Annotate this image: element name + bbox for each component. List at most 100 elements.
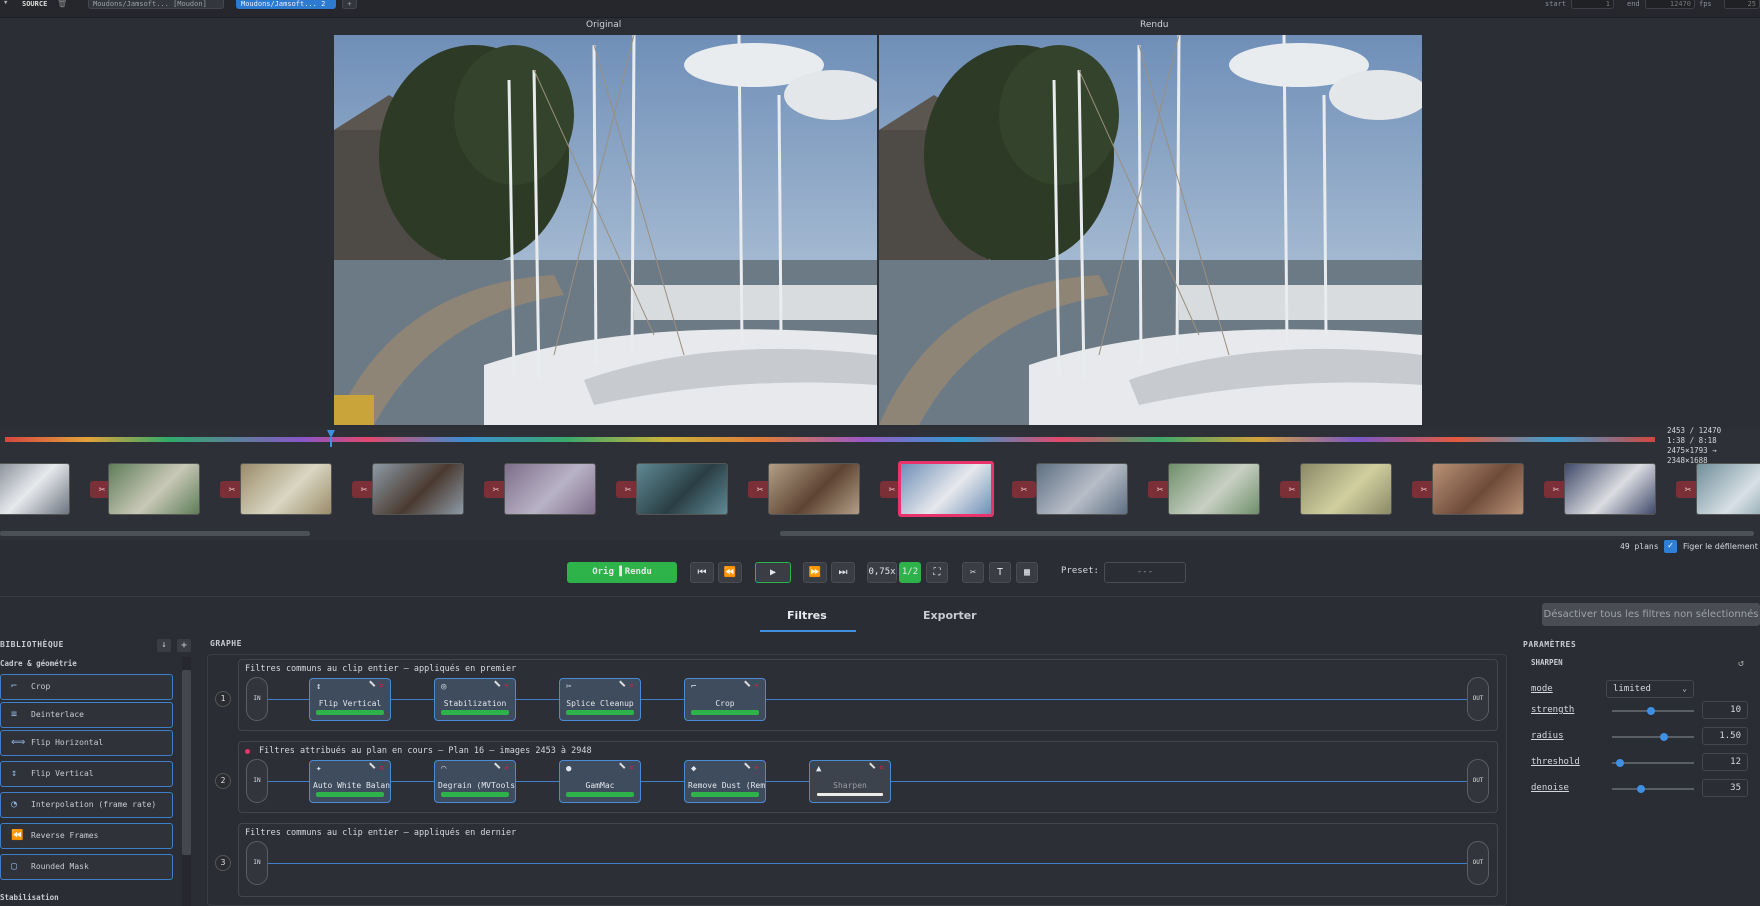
- thumbnail[interactable]: [1168, 463, 1260, 515]
- filter-node[interactable]: ◠ × Degrain (MVTools…: [434, 760, 516, 803]
- node-enabled-bar[interactable]: [691, 792, 759, 797]
- tab-filters[interactable]: Filtres: [787, 609, 827, 622]
- graph-in-node[interactable]: IN: [246, 759, 268, 803]
- param-value-input[interactable]: 10: [1702, 701, 1748, 719]
- trash-icon[interactable]: 🗑: [57, 0, 67, 8]
- cut-button[interactable]: ✂: [962, 562, 984, 583]
- node-remove-icon[interactable]: ×: [504, 681, 509, 690]
- library-item[interactable]: ⌐ Crop: [0, 674, 173, 700]
- node-enabled-bar[interactable]: [316, 710, 384, 715]
- filter-node[interactable]: ✂ × Splice Cleanup: [559, 678, 641, 721]
- add-source-button[interactable]: +: [342, 0, 357, 9]
- tab-export[interactable]: Exporter: [923, 609, 977, 622]
- filter-node[interactable]: ◎ × Stabilization: [434, 678, 516, 721]
- node-dial-icon[interactable]: [365, 680, 376, 691]
- thumbnail[interactable]: [1564, 463, 1656, 515]
- library-download-button[interactable]: ↓: [157, 639, 171, 652]
- mode-select[interactable]: limited ⌄: [1606, 680, 1694, 698]
- node-remove-icon[interactable]: ×: [754, 763, 759, 772]
- fps-input[interactable]: 25: [1724, 0, 1760, 9]
- scene-color-bar[interactable]: [5, 437, 1655, 442]
- node-enabled-bar[interactable]: [441, 792, 509, 797]
- library-scroll-thumb[interactable]: [182, 670, 191, 855]
- disable-unselected-button[interactable]: Désactiver tous les filtres non sélectio…: [1542, 603, 1760, 626]
- param-slider[interactable]: [1612, 759, 1694, 767]
- node-enabled-bar[interactable]: [816, 792, 884, 797]
- reset-icon[interactable]: ↺: [1738, 658, 1744, 669]
- orig-rendu-toggle[interactable]: Orig ▌Rendu: [567, 562, 677, 583]
- node-enabled-bar[interactable]: [691, 710, 759, 715]
- node-enabled-bar[interactable]: [566, 792, 634, 797]
- filter-node[interactable]: ⌐ × Crop: [684, 678, 766, 721]
- filter-node[interactable]: ✦ × Auto White Balan…: [309, 760, 391, 803]
- thumbnail[interactable]: [1036, 463, 1128, 515]
- library-item[interactable]: ⟺ Flip Horizontal: [0, 730, 173, 756]
- node-dial-icon[interactable]: [740, 762, 751, 773]
- start-input[interactable]: 1: [1571, 0, 1614, 9]
- param-value-input[interactable]: 1.50: [1702, 727, 1748, 745]
- param-slider[interactable]: [1612, 733, 1694, 741]
- source-tab-2[interactable]: Moudons/Jamsoft... 2: [236, 0, 336, 9]
- filter-node[interactable]: ● × GamMac: [559, 760, 641, 803]
- library-item[interactable]: ◔ Interpolation (frame rate): [0, 792, 173, 818]
- node-remove-icon[interactable]: ×: [629, 763, 634, 772]
- slider-knob[interactable]: [1616, 759, 1625, 767]
- thumbnail[interactable]: [768, 463, 860, 515]
- thumbnail[interactable]: [240, 463, 332, 515]
- node-dial-icon[interactable]: [365, 762, 376, 773]
- end-input[interactable]: 12470: [1645, 0, 1695, 9]
- cut-marker[interactable]: ✂: [1012, 481, 1036, 498]
- ratio-button[interactable]: 1/2: [899, 562, 921, 583]
- node-remove-icon[interactable]: ×: [754, 681, 759, 690]
- thumbnail[interactable]: [1300, 463, 1392, 515]
- library-item[interactable]: ↕ Flip Vertical: [0, 761, 173, 787]
- speed-button[interactable]: 0,75x: [867, 562, 897, 583]
- thumbnail[interactable]: [636, 463, 728, 515]
- forward-button[interactable]: ⏩: [803, 562, 827, 583]
- filter-node[interactable]: ▲ × Sharpen: [809, 760, 891, 803]
- thumbnail[interactable]: [1432, 463, 1524, 515]
- filter-node[interactable]: ◆ × Remove Dust (Rem…: [684, 760, 766, 803]
- node-remove-icon[interactable]: ×: [504, 763, 509, 772]
- rewind-button[interactable]: ⏪: [718, 562, 742, 583]
- node-dial-icon[interactable]: [615, 680, 626, 691]
- node-dial-icon[interactable]: [490, 762, 501, 773]
- library-item[interactable]: ▢ Rounded Mask: [0, 854, 173, 880]
- menu-chevron-icon[interactable]: ▾: [3, 0, 8, 8]
- follow-checkbox[interactable]: ✓: [1664, 540, 1677, 553]
- node-remove-icon[interactable]: ×: [879, 763, 884, 772]
- strip-scrollbar-thumb[interactable]: [780, 531, 1754, 536]
- grid-button[interactable]: ▦: [1016, 562, 1038, 583]
- node-dial-icon[interactable]: [615, 762, 626, 773]
- source-tab-1[interactable]: Moudons/Jamsoft... [Moudon]: [88, 0, 224, 9]
- thumbnail[interactable]: [108, 463, 200, 515]
- graph-in-node[interactable]: IN: [246, 677, 268, 721]
- play-button[interactable]: ▶: [755, 562, 791, 583]
- thumbnail[interactable]: [504, 463, 596, 515]
- node-remove-icon[interactable]: ×: [379, 681, 384, 690]
- node-dial-icon[interactable]: [865, 762, 876, 773]
- preset-select[interactable]: ---: [1104, 562, 1186, 583]
- strip-scrollbar-left[interactable]: [0, 531, 310, 536]
- node-enabled-bar[interactable]: [441, 710, 509, 715]
- thumbnail[interactable]: [1696, 463, 1760, 515]
- node-dial-icon[interactable]: [490, 680, 501, 691]
- node-dial-icon[interactable]: [740, 680, 751, 691]
- fit-button[interactable]: ⛶: [926, 562, 948, 583]
- filter-node[interactable]: ↕ × Flip Vertical: [309, 678, 391, 721]
- slider-knob[interactable]: [1636, 785, 1645, 793]
- param-slider[interactable]: [1612, 707, 1694, 715]
- thumbnail[interactable]: [0, 463, 70, 515]
- node-enabled-bar[interactable]: [566, 710, 634, 715]
- library-item[interactable]: ⏪ Reverse Frames: [0, 823, 173, 849]
- graph-out-node[interactable]: OUT: [1467, 841, 1489, 885]
- slider-knob[interactable]: [1660, 733, 1669, 741]
- graph-in-node[interactable]: IN: [246, 841, 268, 885]
- slider-knob[interactable]: [1646, 707, 1655, 715]
- node-remove-icon[interactable]: ×: [629, 681, 634, 690]
- last-frame-button[interactable]: ⏭: [831, 562, 855, 583]
- node-enabled-bar[interactable]: [316, 792, 384, 797]
- param-value-input[interactable]: 35: [1702, 779, 1748, 797]
- thumbnail[interactable]: [372, 463, 464, 515]
- node-remove-icon[interactable]: ×: [379, 763, 384, 772]
